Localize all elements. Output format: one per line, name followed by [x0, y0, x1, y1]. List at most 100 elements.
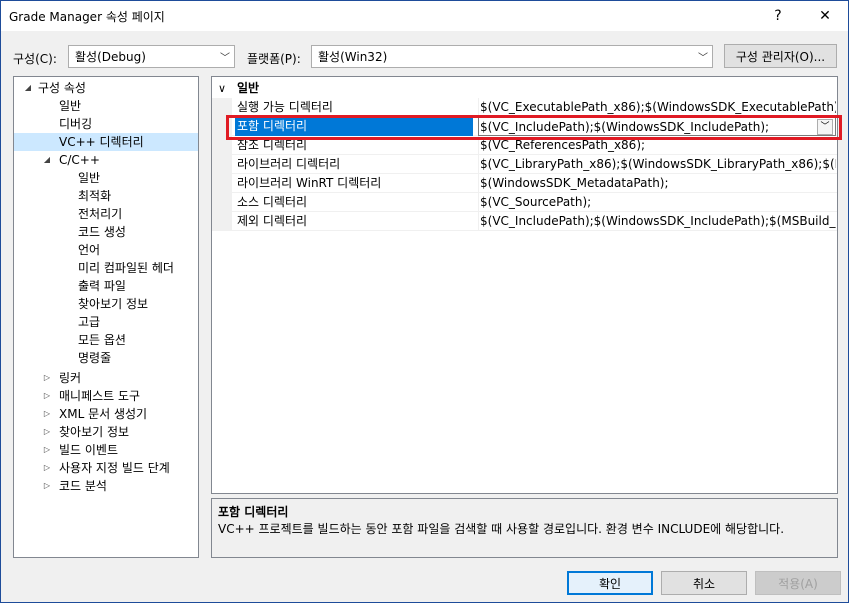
- tree-item-language[interactable]: 언어: [14, 241, 198, 259]
- ok-button[interactable]: 확인: [567, 571, 653, 595]
- property-name: 라이브러리 디렉터리: [237, 157, 341, 171]
- property-name: 포함 디렉터리: [235, 117, 473, 136]
- expand-toggle-icon[interactable]: ▷: [41, 477, 53, 495]
- platform-label: 플랫폼(P):: [247, 52, 301, 66]
- help-button[interactable]: ?: [755, 1, 801, 31]
- tree-item-label: 모든 옵션: [78, 333, 126, 347]
- description-panel: 포함 디렉터리 VC++ 프로젝트를 빌드하는 동안 포함 파일을 검색할 때 …: [211, 498, 838, 558]
- tree-item-label: 코드 분석: [59, 479, 107, 493]
- grid-row-library-directories[interactable]: 라이브러리 디렉터리 $(VC_LibraryPath_x86);$(Windo…: [212, 155, 837, 174]
- property-pages-dialog: Grade Manager 속성 페이지 ? ✕ 구성(C): 활성(Debug…: [0, 0, 849, 603]
- tree-item-label: 찾아보기 정보: [78, 297, 149, 311]
- tree-item-label: 최적화: [78, 189, 112, 203]
- description-title: 포함 디렉터리: [218, 505, 289, 519]
- property-value[interactable]: $(VC_IncludePath);$(WindowsSDK_IncludePa…: [480, 120, 769, 134]
- property-name: 소스 디렉터리: [237, 195, 308, 209]
- apply-button[interactable]: 적용(A): [755, 571, 841, 595]
- property-value[interactable]: $(VC_ExecutablePath_x86);$(WindowsSDK_Ex…: [478, 98, 836, 117]
- tree-item-advanced[interactable]: 고급: [14, 313, 198, 331]
- tree-item-cpp-general[interactable]: 일반: [14, 169, 198, 187]
- expand-toggle-icon[interactable]: ▷: [41, 405, 53, 423]
- tree-item-label: 일반: [78, 171, 101, 185]
- property-grid: ∨ 일반 실행 가능 디렉터리 $(VC_ExecutablePath_x86)…: [211, 76, 838, 494]
- row-gutter: [212, 136, 232, 155]
- tree-item-preprocessor[interactable]: 전처리기: [14, 205, 198, 223]
- property-name: 제외 디렉터리: [237, 214, 308, 228]
- grid-category-general[interactable]: ∨ 일반: [212, 79, 837, 98]
- property-tree[interactable]: ◢ 구성 속성 일반 디버깅 VC++ 디렉터리 ◢ C/C++ 일반 최적화 …: [13, 76, 199, 558]
- tree-item-config-properties[interactable]: ◢ 구성 속성: [14, 79, 198, 97]
- configuration-manager-button[interactable]: 구성 관리자(O)...: [724, 44, 837, 68]
- expand-toggle-icon[interactable]: ▷: [41, 387, 53, 405]
- grid-row-include-directories[interactable]: 포함 디렉터리 $(VC_IncludePath);$(WindowsSDK_I…: [212, 117, 837, 136]
- configuration-dropdown[interactable]: 활성(Debug) ﹀: [68, 45, 235, 68]
- expand-toggle-icon[interactable]: ◢: [41, 151, 53, 169]
- property-name: 라이브러리 WinRT 디렉터리: [237, 176, 382, 190]
- grid-category-label: 일반: [237, 81, 260, 95]
- platform-value: 활성(Win32): [318, 50, 388, 64]
- tree-item-optimization[interactable]: 최적화: [14, 187, 198, 205]
- grid-row-exclude-directories[interactable]: 제외 디렉터리 $(VC_IncludePath);$(WindowsSDK_I…: [212, 212, 837, 231]
- tree-item-label: 미리 컴파일된 헤더: [78, 261, 174, 275]
- description-text: VC++ 프로젝트를 빌드하는 동안 포함 파일을 검색할 때 사용할 경로입니…: [218, 522, 785, 536]
- tree-item-precompiled-headers[interactable]: 미리 컴파일된 헤더: [14, 259, 198, 277]
- tree-item-command-line[interactable]: 명령줄: [14, 349, 198, 367]
- property-value[interactable]: $(WindowsSDK_MetadataPath);: [478, 174, 836, 193]
- cancel-button[interactable]: 취소: [661, 571, 747, 595]
- configuration-value: 활성(Debug): [75, 50, 146, 64]
- grid-row-source-directories[interactable]: 소스 디렉터리 $(VC_SourcePath);: [212, 193, 837, 212]
- collapse-toggle-icon[interactable]: ∨: [218, 79, 226, 98]
- property-name: 실행 가능 디렉터리: [237, 100, 333, 114]
- tree-item-label: 사용자 지정 빌드 단계: [59, 461, 170, 475]
- expand-toggle-icon[interactable]: ▷: [41, 423, 53, 441]
- tree-item-label: 명령줄: [78, 351, 112, 365]
- tree-item-browse-information[interactable]: 찾아보기 정보: [14, 295, 198, 313]
- tree-item-code-generation[interactable]: 코드 생성: [14, 223, 198, 241]
- tree-item-label: 빌드 이벤트: [59, 443, 119, 457]
- tree-item-label: 찾아보기 정보: [59, 425, 130, 439]
- tree-item-build-events[interactable]: ▷ 빌드 이벤트: [14, 441, 198, 459]
- window-title: Grade Manager 속성 페이지: [9, 10, 165, 24]
- expand-toggle-icon[interactable]: ▷: [41, 441, 53, 459]
- row-gutter: [212, 212, 232, 231]
- expand-toggle-icon[interactable]: ▷: [41, 459, 53, 477]
- tree-item-all-options[interactable]: 모든 옵션: [14, 331, 198, 349]
- tree-item-xml-doc-generator[interactable]: ▷ XML 문서 생성기: [14, 405, 198, 423]
- expand-toggle-icon[interactable]: ▷: [41, 369, 53, 387]
- grid-row-executable-directories[interactable]: 실행 가능 디렉터리 $(VC_ExecutablePath_x86);$(Wi…: [212, 98, 837, 117]
- tree-item-label: 코드 생성: [78, 225, 126, 239]
- property-name: 참조 디렉터리: [237, 138, 308, 152]
- property-value[interactable]: $(VC_SourcePath);: [478, 193, 836, 212]
- property-value[interactable]: $(VC_LibraryPath_x86);$(WindowsSDK_Libra…: [478, 155, 836, 174]
- expand-toggle-icon[interactable]: ◢: [22, 79, 34, 97]
- property-value[interactable]: $(VC_IncludePath);$(WindowsSDK_IncludePa…: [478, 212, 836, 231]
- tree-item-label: VC++ 디렉터리: [59, 135, 144, 149]
- title-bar: Grade Manager 속성 페이지 ? ✕: [1, 1, 848, 31]
- tree-item-output-files[interactable]: 출력 파일: [14, 277, 198, 295]
- row-gutter: [212, 174, 232, 193]
- tree-item-label: 매니페스트 도구: [59, 389, 141, 403]
- grid-row-reference-directories[interactable]: 참조 디렉터리 $(VC_ReferencesPath_x86);: [212, 136, 837, 155]
- tree-item-label: 언어: [78, 243, 101, 257]
- tree-item-label: 디버깅: [59, 117, 93, 131]
- property-value[interactable]: $(VC_ReferencesPath_x86);: [478, 136, 836, 155]
- chevron-down-icon[interactable]: ﹀: [817, 119, 833, 135]
- tree-item-vc-directories[interactable]: VC++ 디렉터리: [14, 133, 198, 151]
- chevron-down-icon: ﹀: [698, 53, 708, 64]
- tree-item-code-analysis[interactable]: ▷ 코드 분석: [14, 477, 198, 495]
- grid-row-library-winrt-directories[interactable]: 라이브러리 WinRT 디렉터리 $(WindowsSDK_MetadataPa…: [212, 174, 837, 193]
- tree-item-general[interactable]: 일반: [14, 97, 198, 115]
- platform-dropdown[interactable]: 활성(Win32) ﹀: [311, 45, 713, 68]
- tree-item-debugging[interactable]: 디버깅: [14, 115, 198, 133]
- tree-item-label: 일반: [59, 99, 82, 113]
- tree-item-browse-info-top[interactable]: ▷ 찾아보기 정보: [14, 423, 198, 441]
- row-gutter: [212, 98, 232, 117]
- tree-item-c-cpp[interactable]: ◢ C/C++: [14, 151, 198, 169]
- tree-item-custom-build-step[interactable]: ▷ 사용자 지정 빌드 단계: [14, 459, 198, 477]
- property-value-field[interactable]: $(VC_IncludePath);$(WindowsSDK_IncludePa…: [478, 117, 836, 136]
- tree-item-manifest-tool[interactable]: ▷ 매니페스트 도구: [14, 387, 198, 405]
- close-button[interactable]: ✕: [802, 1, 848, 31]
- tree-item-label: C/C++: [59, 153, 100, 167]
- chevron-down-icon: ﹀: [220, 53, 230, 64]
- tree-item-linker[interactable]: ▷ 링커: [14, 369, 198, 387]
